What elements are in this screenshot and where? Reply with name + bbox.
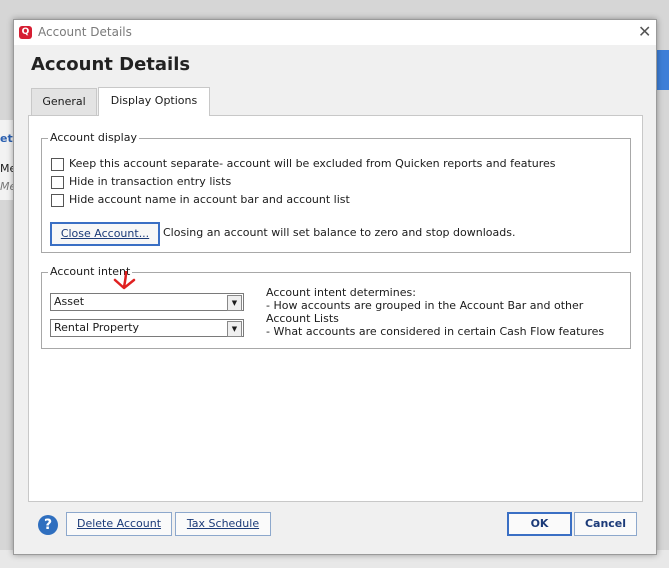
hide-name-checkbox[interactable] [51, 194, 64, 207]
close-icon[interactable]: ✕ [638, 22, 651, 41]
delete-account-button[interactable]: Delete Account [66, 512, 172, 536]
cancel-button[interactable]: Cancel [574, 512, 637, 536]
tax-schedule-button[interactable]: Tax Schedule [175, 512, 271, 536]
checkbox-label: Keep this account separate- account will… [69, 157, 556, 170]
ok-button[interactable]: OK [507, 512, 572, 536]
background-sidebar: et Me Me [0, 120, 16, 200]
account-subtype-select[interactable]: Rental Property ▼ [50, 319, 244, 337]
window-title: Account Details [38, 25, 132, 39]
close-account-button[interactable]: Close Account... [50, 222, 160, 246]
select-value: Rental Property [54, 321, 140, 334]
separate-checkbox[interactable] [51, 158, 64, 171]
account-display-group: Account display Keep this account separa… [41, 131, 631, 253]
tab-display-options[interactable]: Display Options [98, 87, 210, 116]
help-icon[interactable]: ? [38, 515, 58, 535]
intent-info-title: Account intent determines: [266, 286, 416, 299]
background-fragment: et [0, 132, 13, 145]
intent-info-line: - What accounts are considered in certai… [266, 325, 605, 338]
group-legend: Account display [48, 131, 139, 144]
title-bar: Q Account Details ✕ [14, 20, 656, 45]
checkbox-label: Hide account name in account bar and acc… [69, 193, 350, 206]
quicken-app-icon: Q [19, 26, 32, 39]
chevron-down-icon[interactable]: ▼ [227, 321, 242, 337]
account-type-select[interactable]: Asset ▼ [50, 293, 244, 311]
intent-info-line: - How accounts are grouped in the Accoun… [266, 299, 584, 325]
hide-entry-checkbox[interactable] [51, 176, 64, 189]
tab-general[interactable]: General [31, 88, 97, 116]
display-options-panel: Account display Keep this account separa… [28, 115, 643, 502]
close-account-note: Closing an account will set balance to z… [163, 226, 516, 239]
background-strip [655, 50, 669, 90]
red-annotation-arrow-icon [113, 271, 136, 290]
select-value: Asset [54, 295, 85, 308]
chevron-down-icon[interactable]: ▼ [227, 295, 242, 311]
checkbox-label: Hide in transaction entry lists [69, 175, 232, 188]
page-title: Account Details [31, 54, 191, 75]
account-intent-info: Account intent determines: - How account… [266, 286, 621, 338]
